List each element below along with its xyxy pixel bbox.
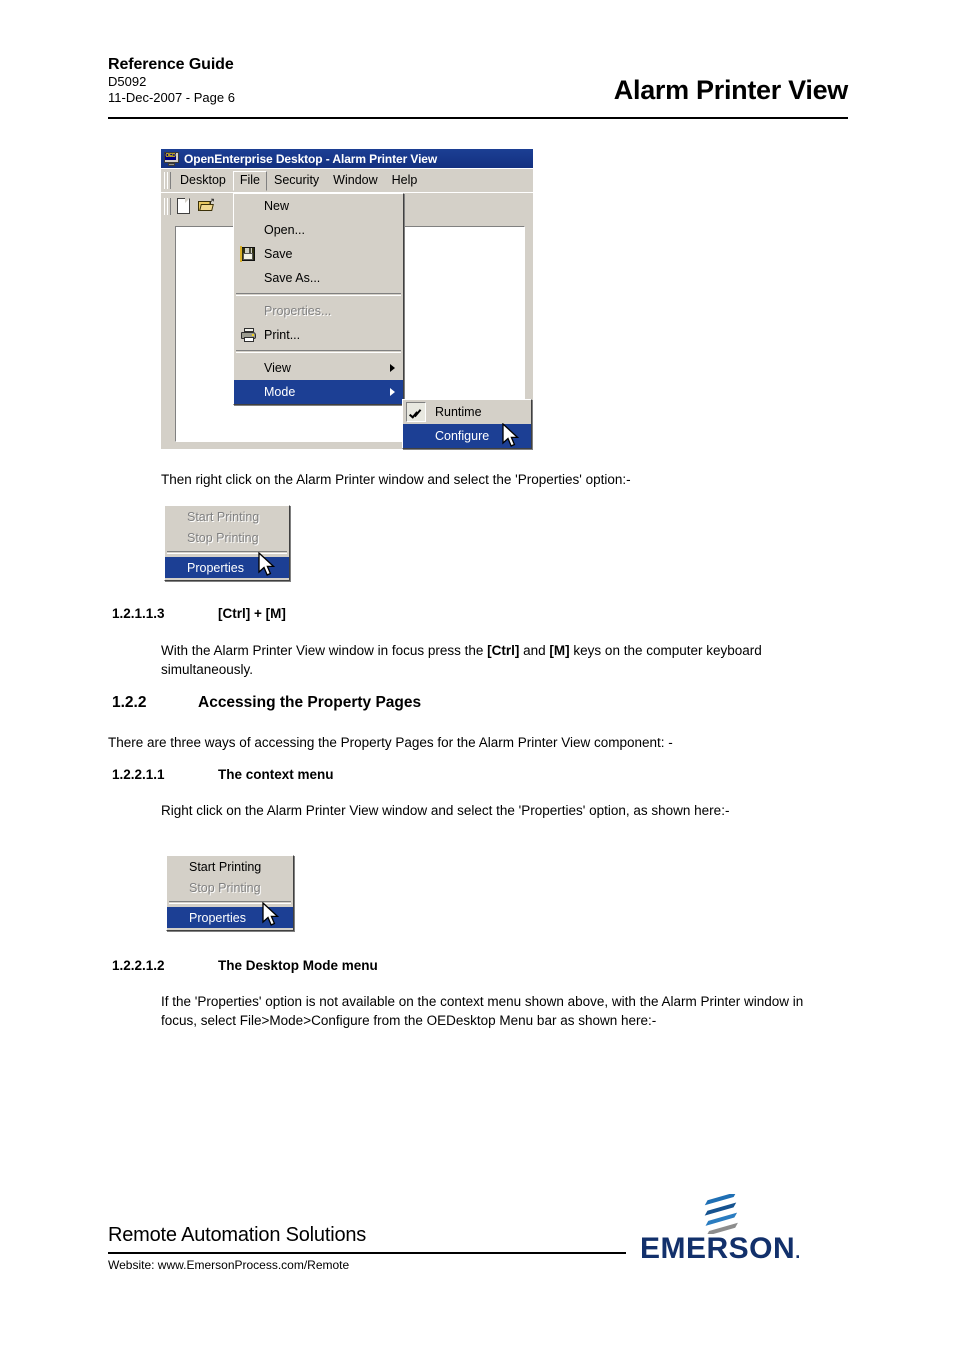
menu-item-view-label: View: [264, 361, 291, 375]
emerson-wordmark: EMERSON.: [640, 1232, 801, 1265]
window-titlebar: OED OpenEnterprise Desktop - Alarm Print…: [161, 149, 533, 168]
header-reference-guide: Reference Guide: [108, 56, 234, 73]
menubar-item-help[interactable]: Help: [385, 171, 425, 190]
emerson-wordmark-text: EMERSON: [640, 1232, 796, 1265]
heading-context-menu-title: The context menu: [218, 767, 334, 782]
context1-item-properties[interactable]: Properties: [165, 557, 289, 578]
footer-website: Website: www.EmersonProcess.com/Remote: [108, 1258, 350, 1272]
menu-item-properties: Properties...: [234, 299, 403, 323]
menubar-item-security[interactable]: Security: [267, 171, 326, 190]
menu-item-print-label: Print...: [264, 328, 301, 342]
menu-item-new-label: New: [264, 199, 290, 213]
menu-item-save-as-label: Save As...: [264, 271, 321, 285]
heading-ctrl-m: 1.2.1.1.3 [Ctrl] + [M]: [112, 606, 286, 621]
context1-properties-label: Properties: [187, 560, 244, 575]
new-document-icon[interactable]: [173, 196, 195, 216]
menu-separator-2: [236, 350, 401, 353]
mode-submenu: Runtime Configure: [402, 399, 532, 449]
oed-monitor-icon: OED: [164, 151, 179, 166]
context2-item-properties[interactable]: Properties: [167, 907, 293, 928]
oed-icon-text: OED: [165, 152, 176, 160]
heading-desktop-mode-number: 1.2.2.1.2: [112, 958, 165, 973]
menu-item-mode[interactable]: Mode: [234, 380, 403, 404]
menubar-grip[interactable]: [163, 172, 171, 189]
page-title: Alarm Printer View: [613, 75, 849, 105]
heading-desktop-mode-menu: 1.2.2.1.2 The Desktop Mode menu: [112, 958, 378, 973]
page-header: Reference Guide D5092 11-Dec-2007 - Page…: [108, 55, 848, 117]
ctrl-m-text-1: With the Alarm Printer View window in fo…: [161, 643, 488, 658]
menubar-item-file[interactable]: File: [232, 170, 268, 191]
file-dropdown-menu: New Open... Save Save As... Properties..…: [233, 193, 404, 405]
context1-item-start-printing: Start Printing: [165, 506, 289, 527]
floppy-disk-icon: [240, 246, 257, 262]
ctrl-m-text-2: and: [519, 643, 550, 658]
heading-desktop-mode-title: The Desktop Mode menu: [218, 958, 378, 973]
menu-item-save-as[interactable]: Save As...: [234, 266, 403, 290]
menu-item-open[interactable]: Open...: [234, 218, 403, 242]
context1-item-stop-printing: Stop Printing: [165, 527, 289, 548]
context2-separator: [169, 901, 291, 904]
header-divider: [108, 117, 848, 119]
toolbar-grip[interactable]: [163, 197, 171, 215]
menu-item-open-label: Open...: [264, 223, 305, 237]
menu-item-save[interactable]: Save: [234, 242, 403, 266]
submenu-item-runtime-label: Runtime: [435, 405, 482, 419]
printer-icon: [240, 327, 257, 343]
figure-context-menu-1: Start Printing Stop Printing Properties: [164, 505, 290, 581]
footer-divider: [108, 1252, 626, 1254]
context2-start-printing-label: Start Printing: [189, 859, 262, 874]
menu-item-print[interactable]: Print...: [234, 323, 403, 347]
submenu-item-configure-label: Configure: [435, 429, 490, 443]
submenu-item-configure[interactable]: Configure: [403, 424, 531, 448]
ctrl-m-bold-ctrl: [Ctrl]: [487, 643, 520, 658]
context2-properties-label: Properties: [189, 910, 246, 925]
paragraph-ctrl-m: With the Alarm Printer View window in fo…: [161, 641, 841, 679]
checkmark-icon: [410, 406, 421, 418]
figure-context-menu-2: Start Printing Stop Printing Properties: [166, 855, 294, 931]
paragraph-then-right-click: Then right click on the Alarm Printer wi…: [161, 472, 631, 487]
heading-accessing-number: 1.2.2: [112, 694, 147, 711]
context1-start-printing-label: Start Printing: [187, 509, 260, 524]
heading-accessing-title: Accessing the Property Pages: [198, 694, 422, 711]
menu-item-new[interactable]: New: [234, 194, 403, 218]
open-folder-icon[interactable]: ↗: [195, 196, 217, 216]
menu-item-properties-label: Properties...: [264, 304, 332, 318]
window-title-text: OpenEnterprise Desktop - Alarm Printer V…: [184, 151, 438, 166]
emerson-logo: EMERSON.: [640, 1194, 805, 1265]
context2-stop-printing-label: Stop Printing: [189, 880, 261, 895]
context2-item-stop-printing: Stop Printing: [167, 877, 293, 898]
heading-context-menu-number: 1.2.2.1.1: [112, 767, 165, 782]
paragraph-context-menu: Right click on the Alarm Printer View wi…: [161, 803, 730, 818]
heading-accessing-property-pages: 1.2.2 Accessing the Property Pages: [112, 694, 421, 712]
emerson-chevron-mark: [704, 1194, 738, 1234]
ctrl-m-bold-m: [M]: [549, 643, 570, 658]
menu-item-save-label: Save: [264, 247, 293, 261]
menubar-item-desktop[interactable]: Desktop: [173, 171, 233, 190]
figure-desktop-mode-menu: OED OpenEnterprise Desktop - Alarm Print…: [161, 149, 533, 449]
submenu-item-runtime[interactable]: Runtime: [403, 400, 531, 424]
menu-item-view[interactable]: View: [234, 356, 403, 380]
menu-separator-1: [236, 293, 401, 296]
window-menubar: Desktop File Security Window Help: [161, 168, 533, 192]
heading-context-menu: 1.2.2.1.1 The context menu: [112, 767, 334, 782]
paragraph-desktop-mode: If the 'Properties' option is not availa…: [161, 994, 804, 1028]
context2-item-start-printing[interactable]: Start Printing: [167, 856, 293, 877]
menubar-item-window[interactable]: Window: [326, 171, 384, 190]
context1-stop-printing-label: Stop Printing: [187, 530, 259, 545]
footer-title: Remote Automation Solutions: [108, 1224, 367, 1246]
context1-separator: [167, 551, 287, 554]
heading-ctrl-m-number: 1.2.1.1.3: [112, 606, 165, 621]
menu-item-mode-label: Mode: [264, 385, 296, 399]
paragraph-accessing: There are three ways of accessing the Pr…: [108, 735, 673, 750]
heading-ctrl-m-title: [Ctrl] + [M]: [218, 606, 286, 621]
